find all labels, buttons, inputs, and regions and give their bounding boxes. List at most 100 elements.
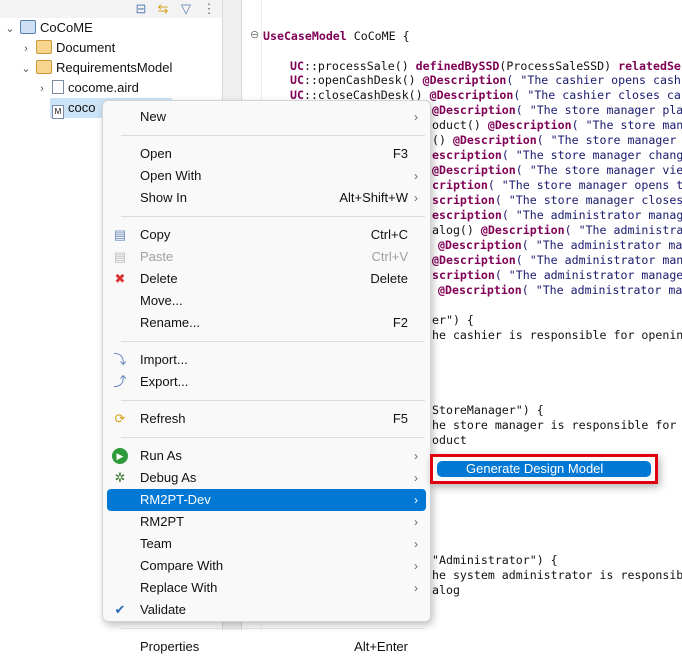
chevron-right-icon[interactable]: › (36, 79, 48, 99)
code-line: er") { (432, 313, 474, 328)
menu-item-move[interactable]: Move... (107, 290, 426, 312)
code-token: ( "The store manager opens t (487, 178, 682, 192)
menu-separator (121, 135, 425, 136)
menu-separator (121, 437, 425, 438)
menu-shortcut: Ctrl+C (370, 227, 408, 242)
menu-item-rm2pt[interactable]: RM2PT › (107, 511, 426, 533)
menu-item-copy[interactable]: ▤ Copy Ctrl+C (107, 224, 426, 246)
fold-collapse-icon[interactable]: ⊖ (250, 28, 259, 41)
code-token: UseCaseModel (263, 29, 347, 43)
menu-item-properties[interactable]: Properties Alt+Enter (107, 636, 426, 658)
code-token: ( "The store manager chang (501, 148, 682, 162)
menu-item-label: Copy (140, 227, 171, 242)
tree-item-document[interactable]: › Document (20, 38, 115, 58)
code-line: escription( "The administrator manag (432, 208, 682, 223)
chevron-right-icon[interactable]: › (20, 39, 32, 59)
debug-icon: ✲ (114, 470, 126, 485)
aird-file-icon (52, 80, 64, 94)
menu-separator (121, 216, 425, 217)
code-token: he cashier is responsible for openin (432, 328, 682, 342)
code-token: ( "The administrator ma (521, 238, 682, 252)
menu-item-import[interactable]: ⤵ Import... (107, 349, 426, 371)
chevron-right-icon: › (414, 493, 418, 507)
code-token: (ProcessSaleSSD) (499, 59, 619, 73)
menu-item-label: Compare With (140, 558, 224, 573)
code-token: he system administrator is responsib (432, 568, 682, 582)
menu-item-label: Export... (140, 374, 189, 389)
menu-item-refresh[interactable]: ⟳ Refresh F5 (107, 408, 426, 430)
tree-label: coco (68, 100, 96, 115)
code-token: scription (432, 193, 495, 207)
menu-item-label: Delete (140, 271, 178, 286)
code-token: ( "The store manager pla (515, 103, 682, 117)
link-with-editor-icon[interactable]: ⇆ (155, 1, 171, 17)
code-token: scription (432, 268, 495, 282)
tree-label: RequirementsModel (56, 60, 173, 75)
import-icon: ⤵ (113, 352, 127, 367)
menu-item-debug-as[interactable]: ✲ Debug As › (107, 467, 426, 489)
menu-item-label: Refresh (140, 411, 186, 426)
menu-item-replace-with[interactable]: Replace With › (107, 577, 426, 599)
code-token: () (432, 133, 453, 147)
menu-item-run-as[interactable]: ▶ Run As › (107, 445, 426, 467)
menu-item-open[interactable]: Open F3 (107, 143, 426, 165)
code-token: definedBySSD (415, 59, 500, 73)
checkbox-checked-icon: ✔ (114, 602, 126, 617)
menu-item-team[interactable]: Team › (107, 533, 426, 555)
chevron-down-icon[interactable]: ⌄ (4, 19, 16, 39)
code-token: er") { (432, 313, 474, 327)
code-token: ::processSale() (303, 59, 416, 73)
code-token: ( "The administrator man (515, 253, 682, 267)
menu-item-compare-with[interactable]: Compare With › (107, 555, 426, 577)
menu-item-label: Validate (140, 602, 187, 617)
menu-item-generate-design-model[interactable]: Generate Design Model (437, 461, 651, 477)
menu-item-validate[interactable]: ✔ Validate (107, 599, 426, 621)
menu-item-export[interactable]: ⤴ Export... (107, 371, 426, 393)
menu-item-label: Open With (140, 168, 202, 183)
menu-item-label: Open (140, 146, 172, 161)
code-token: @Description (432, 163, 516, 177)
code-line: escription( "The store manager chang (432, 148, 682, 163)
code-token: @Description (487, 118, 572, 132)
code-token: ( "The administrator manag (501, 208, 682, 222)
code-token: ( "The store man (571, 118, 682, 132)
code-line: @Description( "The store manager pla (432, 103, 682, 118)
menu-shortcut: Ctrl+V (371, 249, 408, 264)
code-token: CoCoME { (346, 29, 410, 43)
code-token: escription (432, 148, 502, 162)
code-token: @Description (452, 133, 537, 147)
menu-item-paste[interactable]: ▤ Paste Ctrl+V (107, 246, 426, 268)
tree-item-cocome-aird[interactable]: › cocome.aird (36, 78, 139, 98)
menu-item-show-in[interactable]: Show In Alt+Shift+W › (107, 187, 426, 209)
code-token: @Description (432, 253, 516, 267)
menu-item-label: Run As (140, 448, 182, 463)
chevron-down-icon[interactable]: ⌄ (20, 59, 32, 79)
menu-item-open-with[interactable]: Open With › (107, 165, 426, 187)
tree-label: Document (56, 40, 116, 55)
code-token: alog (432, 583, 460, 597)
code-line: oduct (432, 433, 467, 448)
code-token: he store manager is responsible for (432, 418, 682, 432)
filter-icon[interactable]: ▽ (178, 1, 194, 17)
collapse-all-icon[interactable]: ⊟ (133, 1, 149, 17)
code-line: cription( "The store manager opens t (432, 178, 682, 193)
code-line: alog (432, 583, 460, 598)
menu-item-new[interactable]: New › (107, 106, 426, 128)
code-token: oduct() (432, 118, 488, 132)
code-line: () @Description( "The store manager (432, 133, 682, 148)
tree-item-cocome[interactable]: ⌄ CoCoME (4, 18, 93, 38)
code-line: @Description( "The administrator man (432, 253, 682, 268)
code-token: ( "The administra (564, 223, 682, 237)
code-line: @Description( "The administrator ma (438, 238, 682, 253)
menu-item-delete[interactable]: ✖ Delete Delete (107, 268, 426, 290)
tree-item-cocome-model[interactable]: Mcoco (48, 98, 96, 119)
menu-item-rm2pt-dev[interactable]: RM2PT-Dev › (107, 489, 426, 511)
code-line: scription( "The administrator manage (432, 268, 682, 283)
code-token: @Description (422, 73, 507, 87)
code-token: alog() (432, 223, 481, 237)
menu-item-rename[interactable]: Rename... F2 (107, 312, 426, 334)
menu-shortcut: Alt+Shift+W (339, 190, 408, 205)
code-line: scription( "The store manager closes (432, 193, 682, 208)
view-menu-icon[interactable]: ⋮ (201, 1, 217, 17)
tree-item-requirementsmodel[interactable]: ⌄ RequirementsModel (20, 58, 172, 78)
